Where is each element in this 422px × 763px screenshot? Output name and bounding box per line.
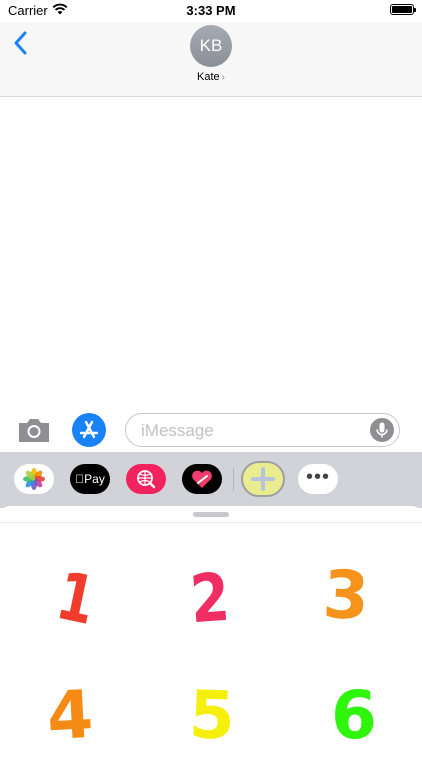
sticker-number-3[interactable]: 3 [306, 551, 386, 641]
status-bar: Carrier 3:33 PM [0, 0, 422, 22]
message-field [125, 413, 400, 447]
battery-icon [390, 4, 416, 15]
panel-divider [0, 522, 422, 523]
app-drawer-divider [233, 467, 234, 491]
sticker-number-2[interactable]: 2 [170, 554, 250, 644]
search-globe-app-button[interactable] [126, 464, 166, 494]
app-drawer: Pay ••• [0, 452, 422, 508]
plus-app-icon [251, 467, 275, 491]
chevron-right-icon: › [221, 72, 225, 83]
app-store-icon [79, 420, 99, 439]
back-chevron-icon[interactable] [10, 28, 32, 58]
more-apps-icon: ••• [305, 466, 330, 488]
app-store-button[interactable] [72, 413, 106, 447]
apple-pay-label: Pay [79, 472, 105, 486]
microphone-icon [376, 422, 388, 438]
photos-app-icon [23, 468, 45, 490]
sticker-panel: 1 2 3 4 5 6 [0, 506, 422, 755]
message-input[interactable] [139, 419, 363, 443]
dictation-button[interactable] [370, 418, 394, 442]
clock: 3:33 PM [186, 3, 236, 18]
photos-app-button[interactable] [14, 464, 54, 494]
sticker-number-1[interactable]: 1 [36, 554, 116, 644]
contact-name-button[interactable]: Kate › [0, 71, 422, 83]
panel-grabber-handle[interactable] [193, 512, 229, 517]
compose-bar [0, 410, 422, 452]
heart-app-icon [192, 470, 212, 488]
contact-name: Kate [197, 71, 220, 83]
conversation-header: KB Kate › [0, 22, 422, 97]
more-apps-button[interactable]: ••• [298, 464, 338, 494]
contact-avatar[interactable]: KB [190, 25, 232, 67]
camera-icon[interactable] [16, 415, 52, 445]
plus-app-button[interactable] [241, 461, 285, 497]
apple-pay-app-button[interactable]: Pay [70, 464, 110, 494]
search-globe-app-icon [137, 470, 156, 489]
sticker-number-5[interactable]: 5 [172, 671, 252, 761]
heart-app-button[interactable] [182, 464, 222, 494]
sticker-number-4[interactable]: 4 [30, 671, 110, 761]
sticker-number-6[interactable]: 6 [314, 671, 394, 761]
apple-icon:  [75, 472, 84, 486]
